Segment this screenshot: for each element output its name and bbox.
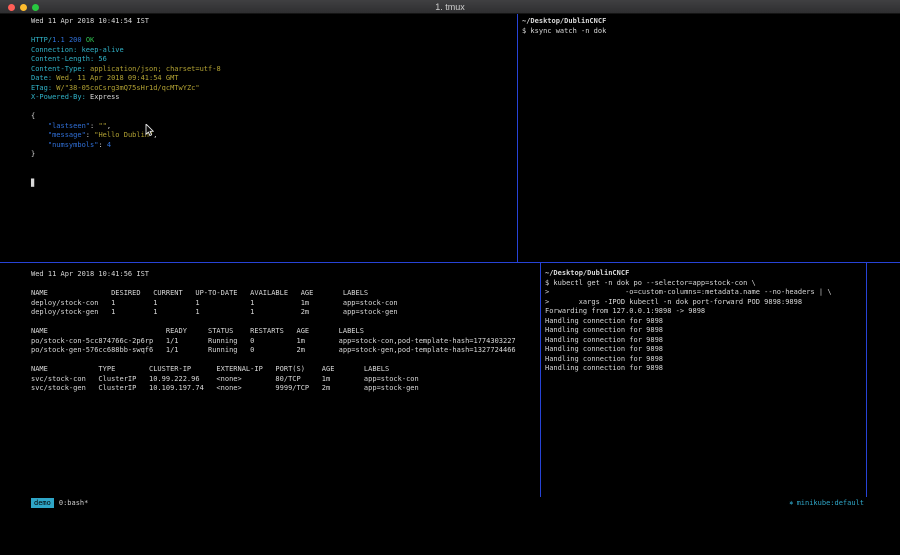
zoom-button[interactable] bbox=[32, 4, 39, 11]
active-window-label[interactable]: 0:bash* bbox=[59, 499, 89, 507]
terminal-line: "numsymbols": 4 bbox=[31, 141, 517, 151]
terminal-line bbox=[31, 280, 539, 290]
helm-wheel-icon: ⎈ bbox=[789, 499, 793, 507]
terminal-line: NAME TYPE CLUSTER-IP EXTERNAL-IP PORT(S)… bbox=[31, 365, 539, 375]
window-titlebar[interactable]: 1. tmux bbox=[0, 0, 900, 14]
terminal-line: Handling connection for 9898 bbox=[545, 336, 866, 346]
terminal-line: svc/stock-con ClusterIP 10.99.222.96 <no… bbox=[31, 375, 539, 385]
terminal-line bbox=[31, 169, 517, 179]
terminal-line: Wed 11 Apr 2018 10:41:54 IST bbox=[31, 17, 517, 27]
terminal-line: NAME DESIRED CURRENT UP-TO-DATE AVAILABL… bbox=[31, 289, 539, 299]
terminal-line: Handling connection for 9898 bbox=[545, 326, 866, 336]
terminal-line: ~/Desktop/DublinCNCF bbox=[545, 269, 866, 279]
pane-border-horizontal[interactable] bbox=[0, 262, 900, 263]
terminal-line: ETag: W/"38-05coCsrg3mQ75sHr1d/qcMTwYZc" bbox=[31, 84, 517, 94]
terminal-line bbox=[31, 318, 539, 328]
terminal-line: Handling connection for 9898 bbox=[545, 364, 866, 374]
close-button[interactable] bbox=[8, 4, 15, 11]
terminal-line: NAME READY STATUS RESTARTS AGE LABELS bbox=[31, 327, 539, 337]
terminal-line: Connection: keep-alive bbox=[31, 46, 517, 56]
traffic-lights bbox=[8, 0, 39, 14]
terminal-line bbox=[31, 160, 517, 170]
terminal-line: } bbox=[31, 150, 517, 160]
pane-ksync-watch[interactable]: ~/Desktop/DublinCNCF$ ksync watch -n dok bbox=[518, 14, 900, 262]
terminal-line: Handling connection for 9898 bbox=[545, 345, 866, 355]
terminal-line: po/stock-gen-576cc688bb-swqf6 1/1 Runnin… bbox=[31, 346, 539, 356]
terminal-line: Handling connection for 9898 bbox=[545, 355, 866, 365]
terminal-line: ▊ bbox=[31, 179, 517, 189]
terminal-line: "message": "Hello Dublin", bbox=[31, 131, 517, 141]
terminal-line: deploy/stock-gen 1 1 1 1 2m app=stock-ge… bbox=[31, 308, 539, 318]
terminal-line: Forwarding from 127.0.0.1:9898 -> 9898 bbox=[545, 307, 866, 317]
pane-border-vertical-right[interactable] bbox=[866, 263, 867, 497]
terminal-line: deploy/stock-con 1 1 1 1 1m app=stock-co… bbox=[31, 299, 539, 309]
terminal-line: Content-Length: 56 bbox=[31, 55, 517, 65]
terminal-line: > -o=custom-columns=:metadata.name --no-… bbox=[545, 288, 866, 298]
pane-border-vertical-top[interactable] bbox=[517, 14, 518, 262]
pane-kubectl-resources[interactable]: Wed 11 Apr 2018 10:41:56 IST NAME DESIRE… bbox=[0, 263, 539, 497]
terminal-line: > xargs -IPOD kubectl -n dok port-forwar… bbox=[545, 298, 866, 308]
terminal-line: ~/Desktop/DublinCNCF bbox=[522, 17, 900, 27]
terminal-line: Date: Wed, 11 Apr 2018 09:41:54 GMT bbox=[31, 74, 517, 84]
terminal-line: { bbox=[31, 112, 517, 122]
terminal-line: po/stock-con-5cc874766c-2p6rp 1/1 Runnin… bbox=[31, 337, 539, 347]
terminal-line: $ ksync watch -n dok bbox=[522, 27, 900, 37]
terminal-line bbox=[31, 103, 517, 113]
terminal-line bbox=[31, 356, 539, 366]
terminal-line: Handling connection for 9898 bbox=[545, 317, 866, 327]
terminal-line: svc/stock-gen ClusterIP 10.109.197.74 <n… bbox=[31, 384, 539, 394]
tmux-status-bar: demo 0:bash* ⎈ minikube:default bbox=[0, 497, 900, 508]
terminal-line: Wed 11 Apr 2018 10:41:56 IST bbox=[31, 270, 539, 280]
terminal-line: X-Powered-By: Express bbox=[31, 93, 517, 103]
terminal-line bbox=[31, 27, 517, 37]
terminal-line: HTTP/1.1 200 OK bbox=[31, 36, 517, 46]
terminal-window: 1. tmux Wed 11 Apr 2018 10:41:54 IST HTT… bbox=[0, 0, 900, 555]
terminal-line: $ kubectl get -n dok po --selector=app=s… bbox=[545, 279, 866, 289]
kube-context-label: minikube:default bbox=[797, 499, 864, 507]
terminal-line: Content-Type: application/json; charset=… bbox=[31, 65, 517, 75]
pane-border-vertical-bottom[interactable] bbox=[540, 263, 541, 497]
mouse-cursor-icon bbox=[145, 124, 154, 137]
minimize-button[interactable] bbox=[20, 4, 27, 11]
pane-port-forward[interactable]: ~/Desktop/DublinCNCF$ kubectl get -n dok… bbox=[541, 263, 866, 497]
session-name-badge: demo bbox=[31, 498, 54, 508]
window-title: 1. tmux bbox=[435, 0, 465, 14]
pane-http-response[interactable]: Wed 11 Apr 2018 10:41:54 IST HTTP/1.1 20… bbox=[0, 14, 517, 262]
terminal-line: "lastseen": "", bbox=[31, 122, 517, 132]
